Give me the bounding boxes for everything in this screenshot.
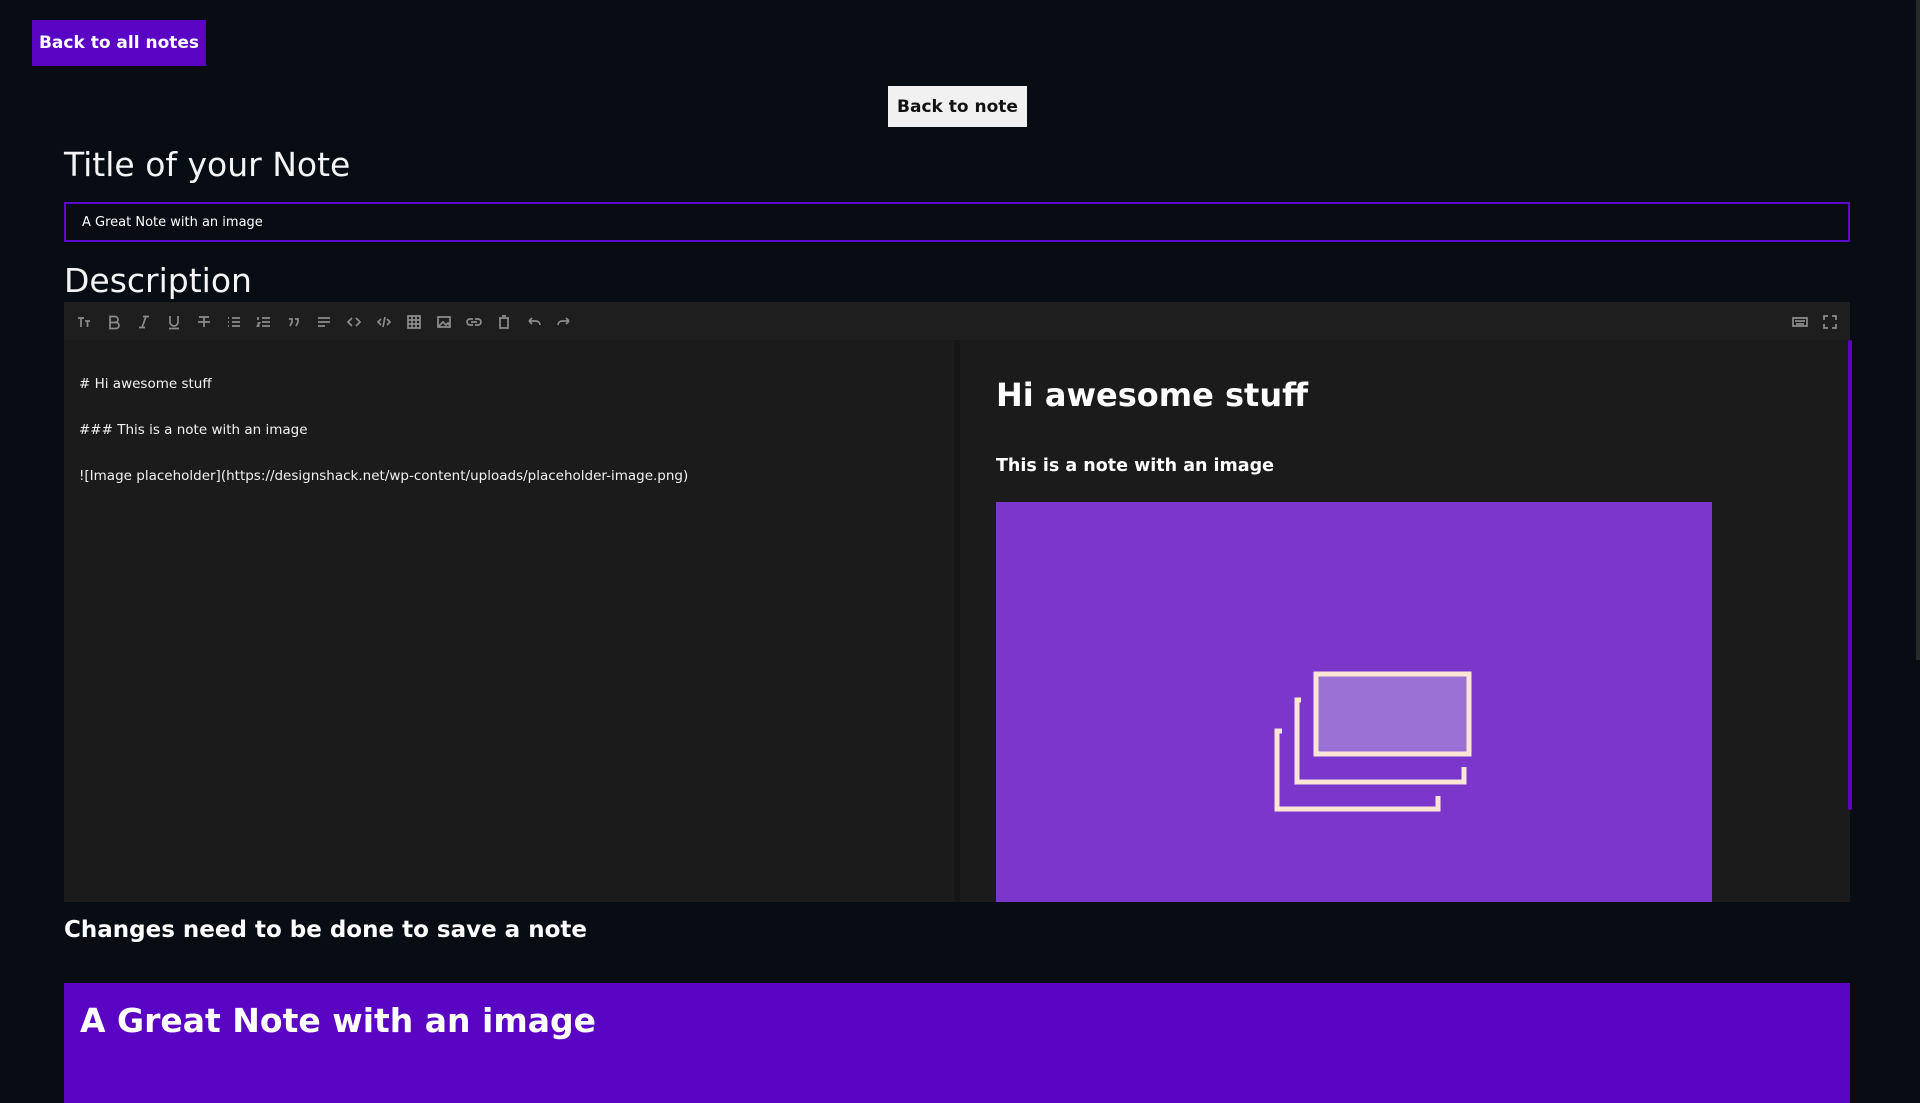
inline-code-icon[interactable] [342,310,366,334]
quote-icon[interactable] [282,310,306,334]
horizontal-rule-icon[interactable] [312,310,336,334]
note-card-title: A Great Note with an image [80,1001,597,1040]
image-icon[interactable] [432,310,456,334]
description-label: Description [64,261,252,300]
underline-icon[interactable] [162,310,186,334]
editor-toolbar [64,302,1850,341]
markdown-source-pane[interactable]: # Hi awesome stuff ### This is a note wi… [64,340,954,902]
back-to-note-button[interactable]: Back to note [888,86,1027,127]
markdown-preview-pane: Hi awesome stuff This is a note with an … [960,340,1850,902]
source-line: ### This is a note with an image [79,422,308,438]
image-placeholder-icon [1274,671,1472,812]
link-icon[interactable] [462,310,486,334]
title-label: Title of your Note [64,145,351,184]
save-notice: Changes need to be done to save a note [64,917,587,943]
code-block-icon[interactable] [372,310,396,334]
source-line: # Hi awesome stuff [79,376,212,392]
keyboard-icon[interactable] [1788,310,1812,334]
preview-heading-1: Hi awesome stuff [996,376,1309,414]
italic-icon[interactable] [132,310,156,334]
undo-icon[interactable] [522,310,546,334]
preview-heading-3: This is a note with an image [996,456,1275,476]
title-input[interactable] [64,202,1850,242]
preview-placeholder-image [996,502,1712,902]
table-icon[interactable] [402,310,426,334]
clear-icon[interactable] [492,310,516,334]
ordered-list-icon[interactable] [252,310,276,334]
bold-icon[interactable] [102,310,126,334]
source-line: ![Image placeholder](https://designshack… [79,468,689,484]
strikethrough-icon[interactable] [192,310,216,334]
back-to-all-notes-button[interactable]: Back to all notes [32,20,206,66]
fullscreen-icon[interactable] [1818,310,1842,334]
heading-icon[interactable] [72,310,96,334]
markdown-editor: # Hi awesome stuff ### This is a note wi… [64,302,1850,902]
bullet-list-icon[interactable] [222,310,246,334]
redo-icon[interactable] [552,310,576,334]
page-scrollbar[interactable] [1916,0,1920,660]
note-card[interactable]: A Great Note with an image [64,983,1850,1103]
preview-scrollbar[interactable] [1848,340,1852,810]
